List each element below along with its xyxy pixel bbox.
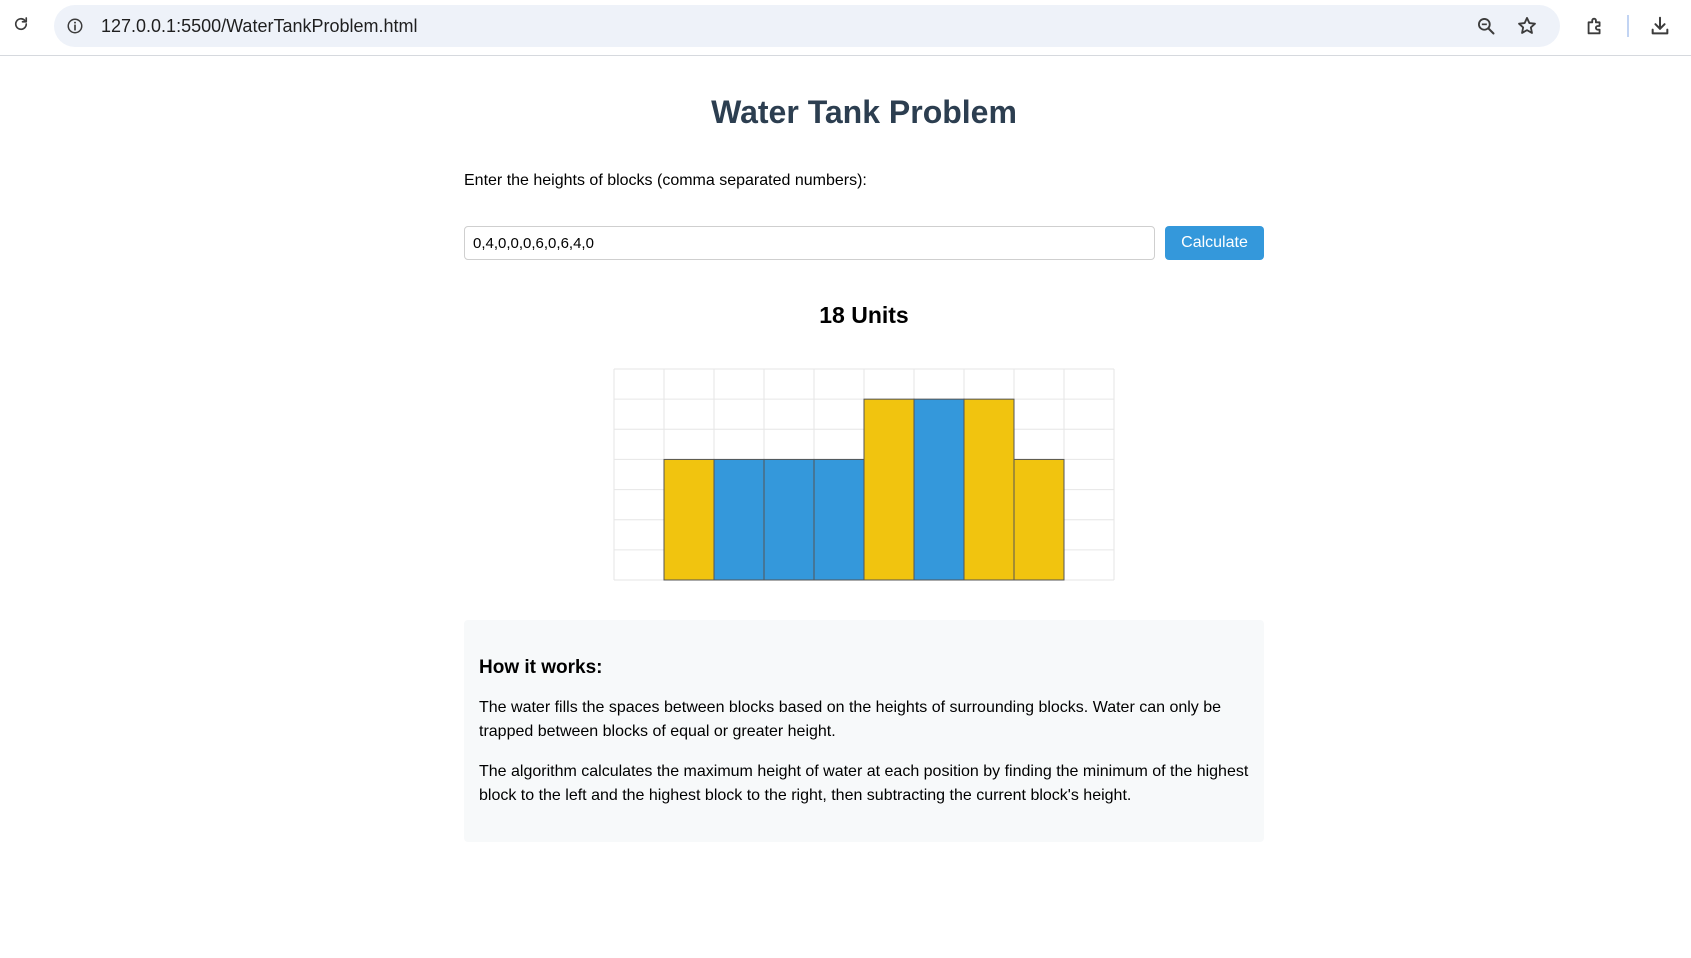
- block-bar: [863, 398, 915, 581]
- explanation-box: How it works: The water fills the spaces…: [464, 620, 1264, 842]
- block-bar: [963, 398, 1015, 581]
- calculate-button[interactable]: Calculate: [1165, 226, 1264, 260]
- browser-toolbar: 127.0.0.1:5500/WaterTankProblem.html: [0, 0, 1691, 56]
- extensions-icon[interactable]: [1582, 13, 1608, 39]
- water-bar: [913, 398, 965, 581]
- water-bar: [713, 458, 765, 581]
- result-text: 18 Units: [819, 302, 909, 328]
- download-icon[interactable]: [1647, 13, 1673, 39]
- zoom-icon[interactable]: [1474, 14, 1498, 38]
- water-bar: [763, 458, 815, 581]
- water-bar: [813, 458, 865, 581]
- site-info-icon[interactable]: [63, 14, 87, 38]
- bookmark-star-icon[interactable]: [1515, 14, 1539, 38]
- water-tank-chart: [613, 368, 1115, 581]
- explanation-paragraph-2: The algorithm calculates the maximum hei…: [479, 763, 1249, 804]
- explanation-paragraph-1: The water fills the spaces between block…: [479, 699, 1222, 740]
- reload-icon[interactable]: [8, 11, 34, 37]
- address-bar[interactable]: 127.0.0.1:5500/WaterTankProblem.html: [54, 5, 1560, 47]
- block-bar: [663, 458, 715, 581]
- explanation-title: How it works:: [479, 657, 603, 678]
- page-title: Water Tank Problem: [711, 94, 1017, 130]
- block-bar: [1013, 458, 1065, 581]
- url-text[interactable]: 127.0.0.1:5500/WaterTankProblem.html: [101, 16, 418, 37]
- toolbar-divider: [1627, 15, 1629, 37]
- heights-input[interactable]: [464, 226, 1155, 260]
- heights-input-label: Enter the heights of blocks (comma separ…: [464, 172, 867, 189]
